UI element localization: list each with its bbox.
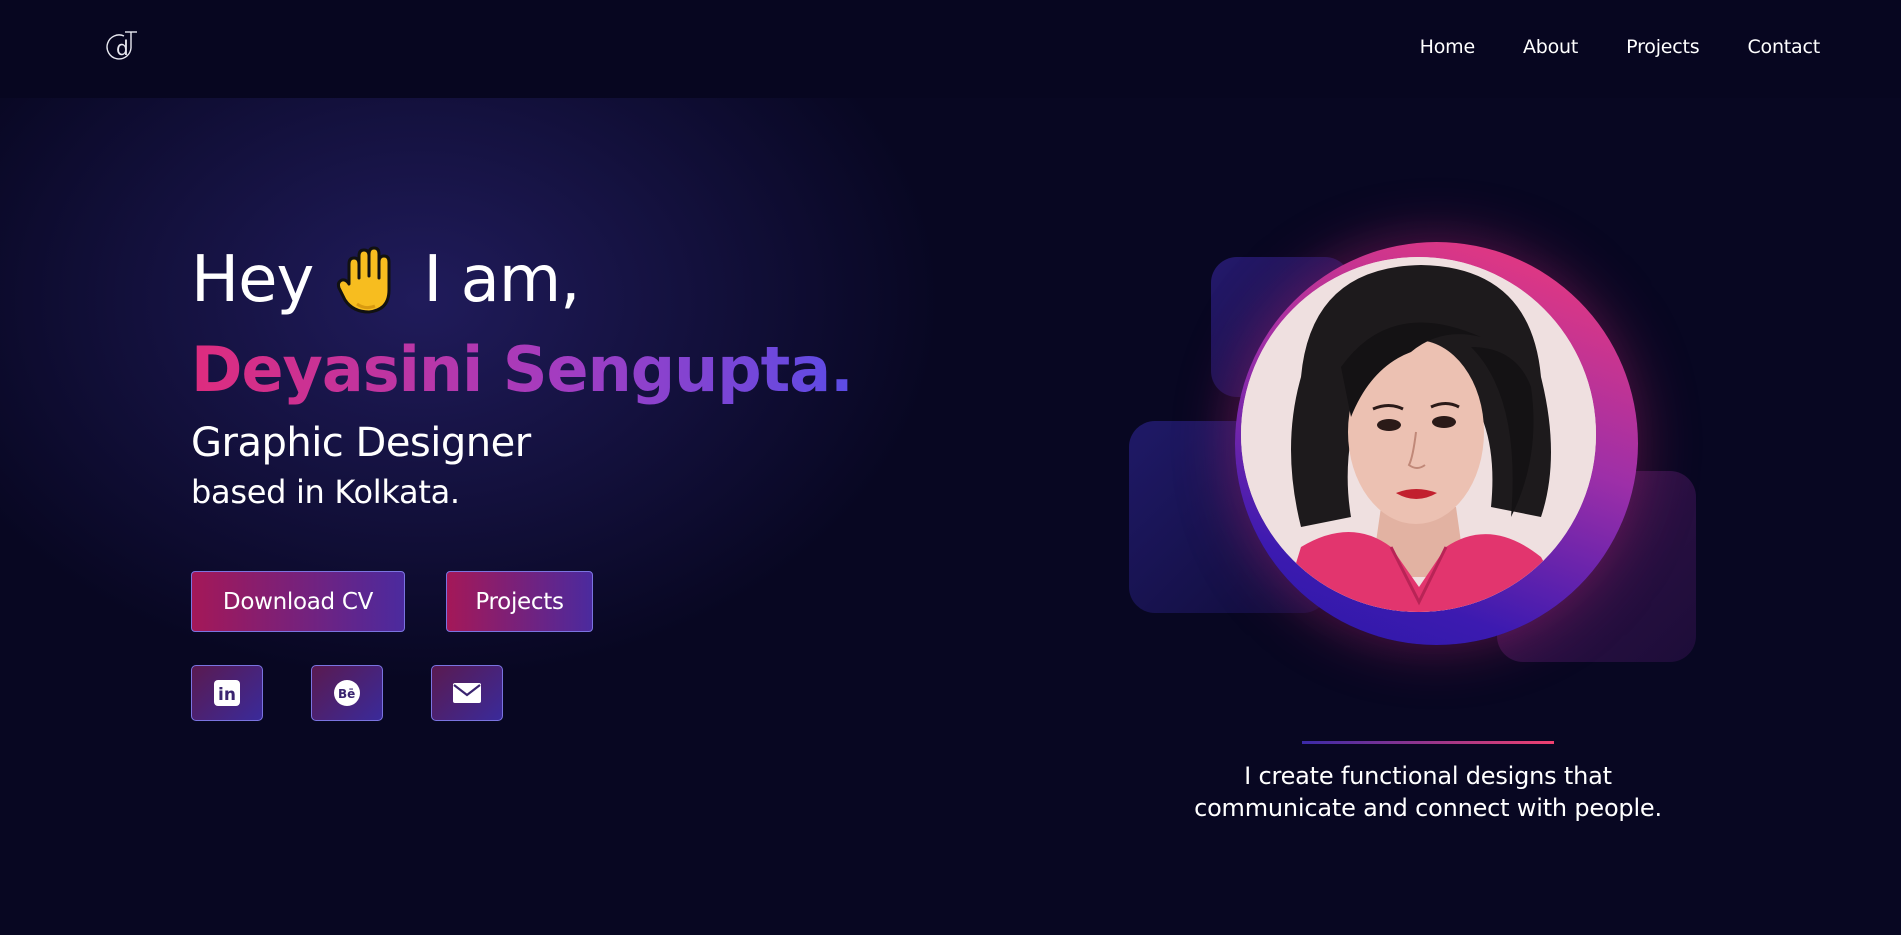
nav-projects[interactable]: Projects	[1626, 36, 1700, 58]
tagline-line-2: communicate and connect with people.	[1194, 794, 1662, 822]
behance-button[interactable]: Bē	[311, 665, 383, 721]
waving-hand-icon	[335, 244, 401, 316]
behance-icon: Bē	[334, 680, 360, 706]
svg-text:d: d	[116, 36, 129, 60]
job-title: Graphic Designer	[191, 420, 531, 466]
download-cv-button[interactable]: Download CV	[191, 571, 405, 632]
social-links: in Bē	[191, 665, 503, 721]
hero-intro: Hey I am, Deyasini Sengupta. Graphic Des…	[191, 240, 854, 512]
greeting-start: Hey	[191, 243, 314, 317]
nav-contact[interactable]: Contact	[1747, 36, 1820, 58]
mail-icon	[453, 683, 481, 703]
tagline: I create functional designs that communi…	[1128, 760, 1728, 824]
page: d Home About Projects Contact Hey I am, …	[0, 0, 1901, 935]
tagline-line-1: I create functional designs that	[1244, 762, 1612, 790]
linkedin-icon: in	[214, 680, 240, 706]
location: based in Kolkata.	[191, 473, 460, 511]
svg-text:Bē: Bē	[338, 687, 355, 701]
navbar: d Home About Projects Contact	[0, 0, 1901, 98]
full-name: Deyasini Sengupta.	[191, 333, 854, 406]
logo[interactable]: d	[104, 28, 144, 68]
greeting-end: I am,	[423, 243, 580, 317]
linkedin-button[interactable]: in	[191, 665, 263, 721]
nav-links: Home About Projects Contact	[1420, 36, 1821, 58]
greeting: Hey I am,	[191, 240, 853, 320]
nav-home[interactable]: Home	[1420, 36, 1476, 58]
profile-photo	[1241, 257, 1596, 612]
projects-button[interactable]: Projects	[446, 571, 593, 632]
svg-text:in: in	[218, 685, 236, 705]
tagline-divider	[1302, 741, 1554, 744]
hero-buttons: Download CV Projects	[191, 571, 593, 632]
email-button[interactable]	[431, 665, 503, 721]
nav-about[interactable]: About	[1523, 36, 1578, 58]
